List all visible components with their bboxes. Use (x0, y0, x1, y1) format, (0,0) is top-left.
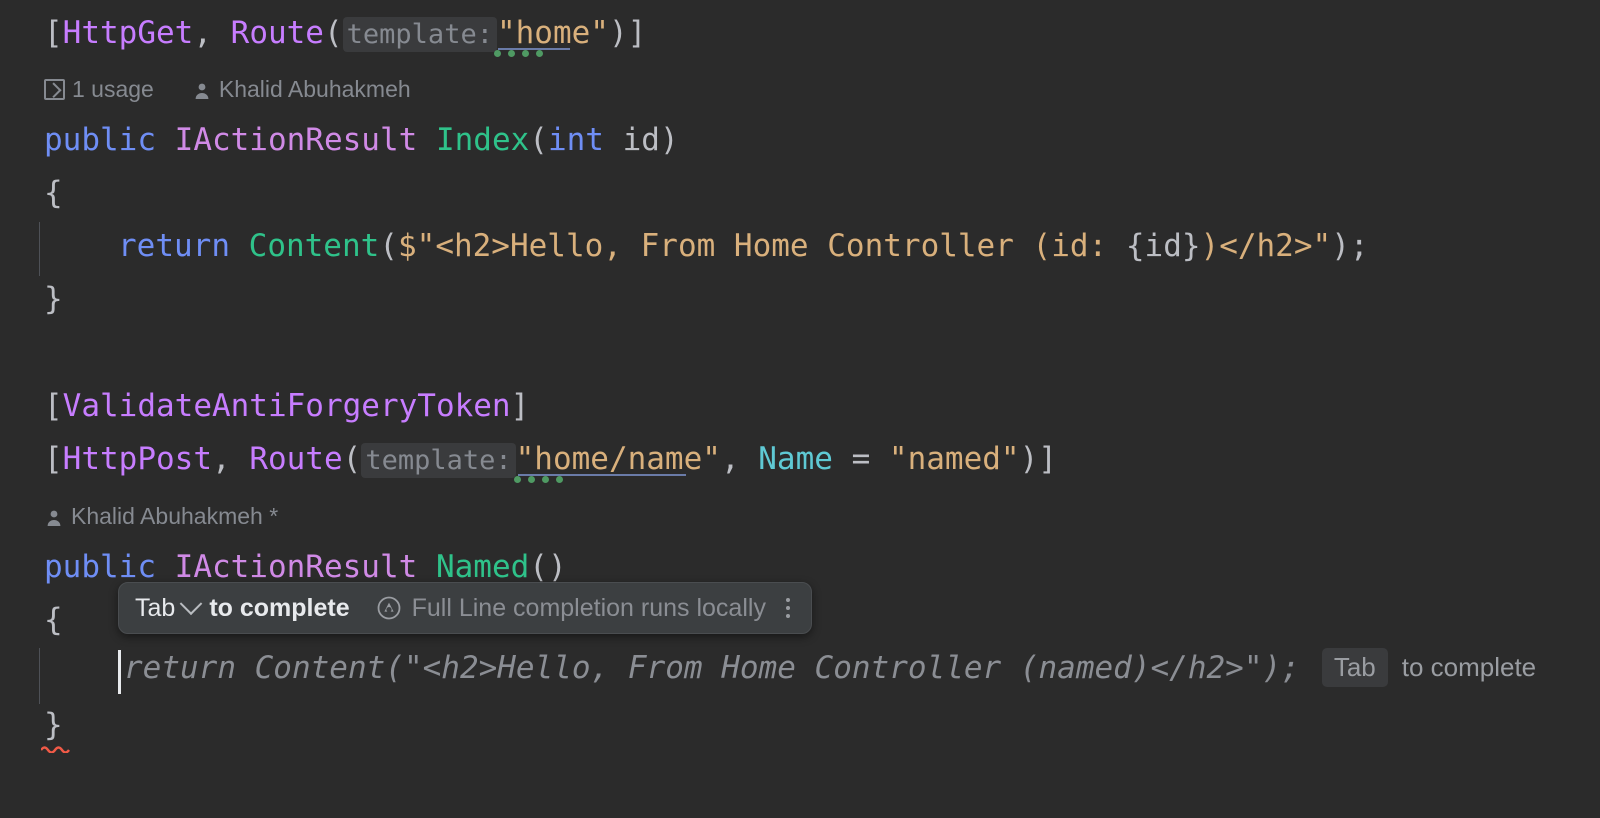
inline-completion-row[interactable]: return Content("<h2>Hello, From Home Con… (124, 648, 1536, 687)
property-name: Name (758, 441, 833, 477)
author-annotation[interactable]: Khalid Abuhakmeh * (44, 503, 278, 530)
keyword-public: public (44, 122, 156, 158)
parens: () (529, 549, 567, 585)
bracket-close: ] (627, 15, 647, 51)
tab-key-chip[interactable]: Tab (1321, 648, 1388, 687)
comma: , (211, 441, 250, 477)
string-annotation-dots (514, 476, 563, 483)
attribute-httpget: HttpGet (62, 15, 194, 51)
brace-open: { (44, 175, 63, 211)
paren-close: ) (659, 122, 679, 158)
attribute-httppost: HttpPost (62, 441, 212, 477)
string-text: "home" (496, 15, 609, 51)
code-line-open-brace-named[interactable]: { (0, 595, 63, 646)
usage-count-label: 1 usage (72, 76, 154, 102)
keyword-public: public (44, 549, 156, 585)
parameter-id: id (603, 122, 660, 158)
more-options-icon[interactable] (785, 598, 790, 618)
interpolation-prefix: $" (397, 228, 436, 264)
inlay-hint-template[interactable]: template: (342, 17, 497, 52)
keyword-int: int (547, 122, 604, 158)
brace-close: } (44, 281, 63, 317)
code-line-close-brace-index[interactable]: } (0, 274, 63, 325)
code-vision-row-named[interactable]: Khalid Abuhakmeh * (44, 503, 278, 530)
code-line-open-brace-index[interactable]: { (0, 168, 63, 219)
code-vision-row-index[interactable]: 1 usage Khalid Abuhakmeh (44, 76, 411, 103)
indent-guide (39, 648, 40, 704)
code-line-attribute-validateantiforgerytoken[interactable]: [ValidateAntiForgeryToken] (0, 381, 529, 432)
paren-open: ( (529, 122, 548, 158)
bracket-close: ] (1038, 441, 1057, 477)
paren-close: ) (1019, 441, 1039, 477)
usage-count[interactable]: 1 usage (44, 76, 154, 103)
full-line-completion-popup[interactable]: Tab to complete Full Line completion run… (118, 582, 812, 634)
author-name-label: Khalid Abuhakmeh * (71, 503, 279, 529)
error-squiggle (40, 738, 71, 754)
local-completion-note: Full Line completion runs locally (411, 593, 766, 622)
method-index: Index (435, 122, 530, 158)
code-line-return-index[interactable]: return Content($"<h2>Hello, From Home Co… (0, 221, 1369, 272)
code-line-attribute-httpget[interactable]: [HttpGet, Route(template: "home")] (0, 8, 646, 60)
inlay-hint-template[interactable]: template: (361, 443, 516, 478)
bracket-close: ] (510, 388, 530, 424)
author-annotation[interactable]: Khalid Abuhakmeh (192, 76, 411, 103)
code-editor[interactable]: [HttpGet, Route(template: "home")] 1 usag… (0, 0, 1600, 818)
comma: , (720, 441, 759, 477)
author-name-label: Khalid Abuhakmeh (218, 76, 411, 102)
ghost-completion-text[interactable]: return Content("<h2>Hello, From Home Con… (124, 650, 1300, 686)
attribute-route: Route (230, 15, 324, 51)
text-caret (118, 650, 121, 694)
equals: = (832, 441, 889, 477)
person-icon (192, 80, 212, 100)
string-annotation-dots (494, 50, 543, 57)
string-part-two: )</h2>" (1200, 228, 1332, 264)
keyword-return: return (118, 228, 230, 264)
bracket-open: [ (44, 388, 63, 424)
tab-key-label[interactable]: Tab (135, 594, 175, 623)
string-part-one: <h2>Hello, From Home Controller (id: (435, 228, 1126, 264)
string-literal-home-name: "home/name" (515, 441, 721, 477)
type-iactionresult: IActionResult (174, 549, 418, 585)
bracket-open: [ (44, 441, 63, 477)
paren-open: ( (342, 441, 362, 477)
paren-open: ( (323, 15, 343, 51)
person-icon (44, 507, 64, 527)
semicolon: ; (1349, 228, 1369, 264)
method-content: Content (248, 228, 380, 264)
comma: , (193, 15, 231, 51)
usage-arrow-icon (44, 79, 65, 100)
interpolated-expression-id: {id} (1125, 228, 1201, 264)
to-complete-label: to complete (1401, 652, 1537, 682)
type-iactionresult: IActionResult (174, 122, 418, 158)
paren-close: ) (608, 15, 628, 51)
to-complete-label: to complete (209, 593, 350, 622)
paren-close: ) (1331, 228, 1350, 264)
paren-open: ( (379, 228, 398, 264)
ai-assistant-icon (376, 595, 402, 621)
method-named: Named (435, 549, 530, 585)
attribute-route: Route (249, 441, 343, 477)
attribute-validateantiforgerytoken: ValidateAntiForgeryToken (62, 388, 511, 424)
code-line-index-signature[interactable]: public IActionResult Index(int id) (0, 115, 679, 166)
string-literal-named: "named" (888, 441, 1020, 477)
string-literal-home: "home" (497, 15, 609, 51)
brace-open: { (44, 602, 63, 638)
chevron-down-icon[interactable] (179, 592, 203, 616)
bracket-open: [ (44, 15, 63, 51)
